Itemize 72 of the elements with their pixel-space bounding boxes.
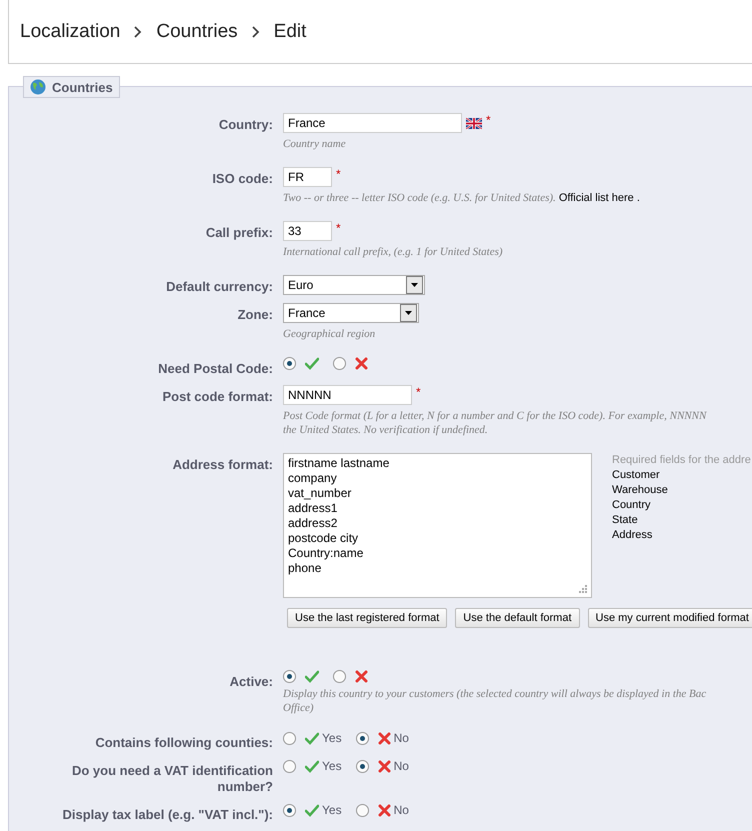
format-button[interactable]: Use the last registered format	[287, 608, 448, 628]
radio-option[interactable]: No	[356, 759, 409, 773]
required-field-item[interactable]: State	[612, 513, 751, 528]
field-label: Call prefix:	[204, 224, 273, 242]
checkmark-icon	[305, 357, 319, 370]
help-text: Post Code format (L for a letter, N for a number and C for the ISO code). For example, NNNNN	[283, 409, 708, 423]
help-text: International call prefix, (e.g. 1 for United States)	[283, 245, 504, 259]
help-text: Display this country to your customers (the selected country will always be displayed in the Bac	[283, 687, 708, 701]
field-label: Country:	[218, 116, 273, 134]
field-label: Default currency:	[165, 278, 273, 295]
checkmark-icon	[305, 804, 319, 816]
text-input[interactable]: FR	[283, 167, 332, 187]
help-text: Two -- or three -- letter ISO code (e.g. U.S. for United States). Official list here .	[283, 191, 641, 205]
required-field-item[interactable]: Country	[612, 498, 751, 513]
chevron-icon	[252, 26, 260, 38]
text-input[interactable]: 33	[283, 221, 332, 241]
required-asterisk: *	[336, 221, 341, 235]
help-text: Office)	[283, 701, 315, 715]
field-label: Need Postal Code:	[157, 360, 273, 377]
cross-icon	[378, 804, 391, 816]
legend-text: Countries	[52, 80, 113, 94]
required-asterisk: *	[416, 385, 421, 399]
radio-option[interactable]: No	[356, 803, 409, 817]
globe-icon	[30, 79, 46, 95]
field-label: Contains following counties:	[94, 734, 273, 751]
help-text: the United States. No verification if undefined.	[283, 423, 489, 437]
format-button[interactable]: Use the default format	[455, 608, 580, 628]
breadcrumb-item: Edit	[274, 20, 306, 42]
official-list-link[interactable]: Official list here .	[558, 192, 640, 204]
flag-icon[interactable]	[466, 118, 482, 128]
cross-icon	[355, 357, 368, 370]
text-input[interactable]: France	[283, 113, 462, 133]
required-fields-title: Required fields for the addre	[612, 453, 751, 468]
caret-icon	[411, 283, 418, 287]
checkmark-icon	[305, 732, 319, 744]
text-input[interactable]: NNNNN	[283, 385, 412, 405]
required-field-item[interactable]: Warehouse	[612, 483, 751, 498]
radio-option[interactable]	[333, 357, 368, 370]
radio-option[interactable]: No	[356, 731, 409, 745]
breadcrumb-item[interactable]: Localization	[20, 20, 120, 42]
field-label: Post code format:	[161, 388, 273, 406]
caret-icon	[405, 311, 412, 315]
required-field-item[interactable]: Address	[612, 528, 751, 543]
cross-icon	[378, 760, 391, 772]
field-label: Display tax label (e.g. "VAT incl."):	[61, 806, 273, 823]
field-label: Zone:	[236, 306, 273, 324]
resize-grip-icon[interactable]	[579, 585, 588, 594]
radio-option[interactable]: Yes	[283, 803, 342, 817]
cross-icon	[378, 732, 391, 744]
radio-option[interactable]	[333, 670, 368, 683]
breadcrumb-item[interactable]: Countries	[156, 20, 238, 42]
cross-icon	[355, 670, 368, 683]
radio-option[interactable]: Yes	[283, 759, 342, 773]
checkmark-icon	[305, 670, 319, 683]
help-text: Country name	[283, 137, 347, 151]
dropdown[interactable]: Euro	[283, 275, 425, 295]
checkmark-icon	[305, 760, 319, 772]
chevron-icon	[134, 26, 142, 38]
required-asterisk: *	[336, 167, 341, 181]
radio-option[interactable]: Yes	[283, 731, 342, 745]
address-textarea[interactable]: firstname lastname company vat_number address1 address2 postcode city Country:name phone	[283, 453, 592, 598]
field-label: Address format:	[172, 456, 273, 474]
field-label: Active:	[228, 673, 273, 691]
required-asterisk: *	[486, 113, 491, 127]
format-button[interactable]: Use my current modified format	[588, 608, 752, 628]
radio-option[interactable]	[283, 670, 319, 683]
required-field-item[interactable]: Customer	[612, 468, 751, 483]
help-text: Geographical region	[283, 327, 376, 341]
field-label: Do you need a VAT identification number?	[70, 762, 273, 795]
radio-option[interactable]	[283, 357, 319, 370]
dropdown[interactable]: France	[283, 303, 419, 323]
field-label: ISO code:	[211, 170, 273, 188]
